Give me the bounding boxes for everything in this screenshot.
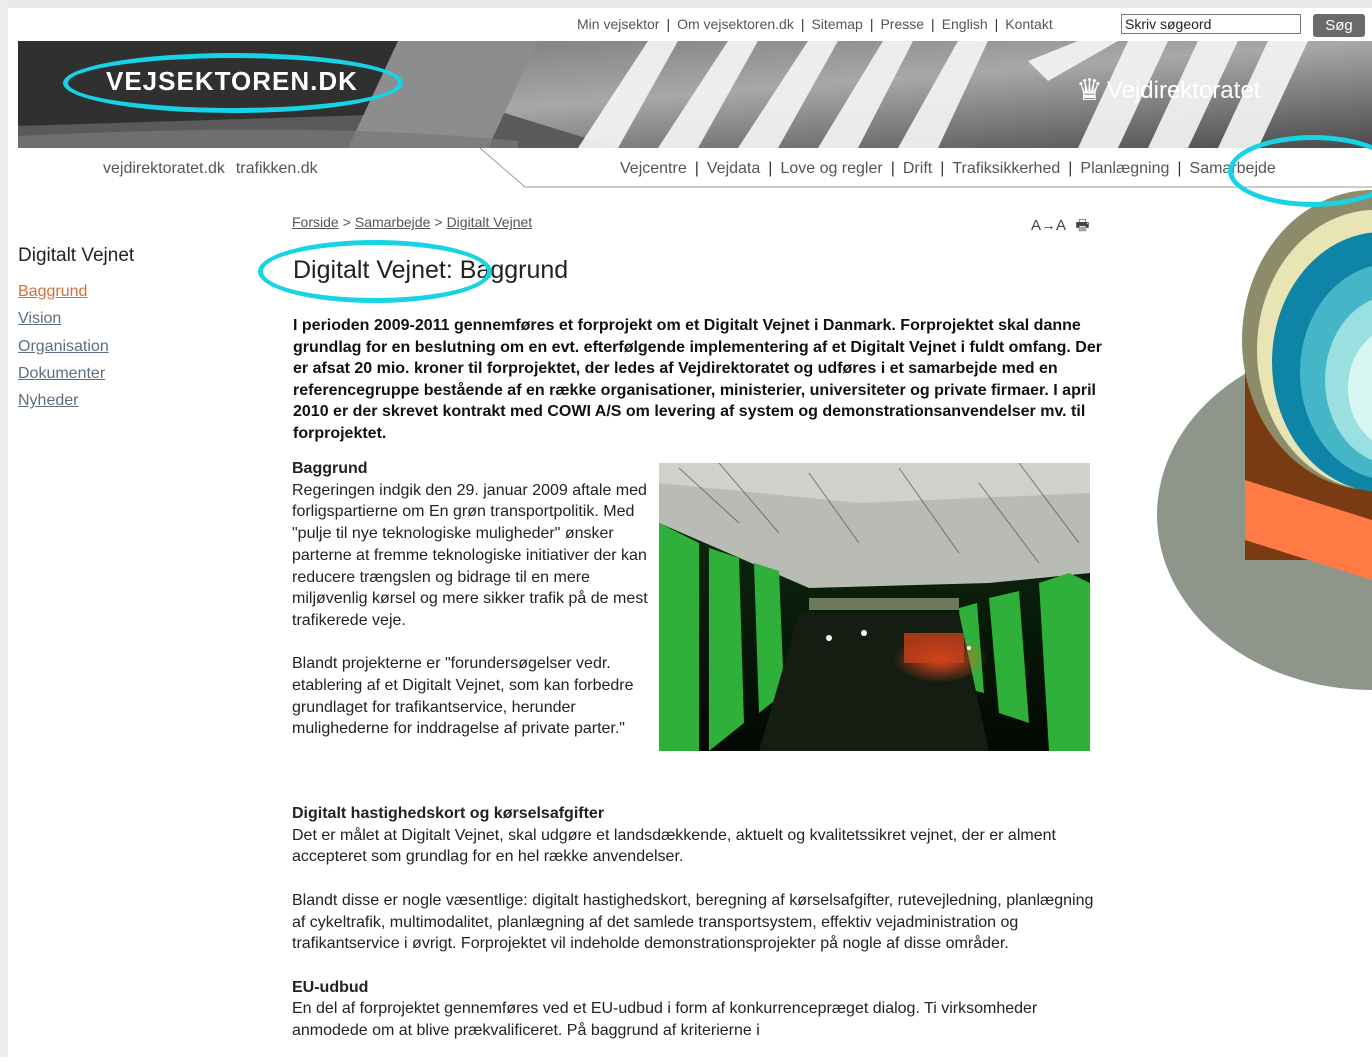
- breadcrumb-separator: >: [342, 214, 351, 230]
- intro-paragraph: I perioden 2009-2011 gennemføres et forp…: [293, 317, 1102, 442]
- breadcrumb-samarbejde[interactable]: Samarbejde: [355, 214, 431, 230]
- main-nav: Vejcentre | Vejdata | Love og regler | Drift | T…: [620, 160, 1276, 177]
- nav-item-vejdata[interactable]: Vejdata: [707, 160, 760, 177]
- nav-item-drift[interactable]: Drift: [903, 160, 932, 177]
- paragraph: En del af forprojektet gennemføres ved e…: [292, 1000, 1038, 1039]
- page-title: Digitalt Vejnet: Baggrund: [293, 256, 569, 284]
- extlink-vejdirektoratet[interactable]: vejdirektoratet.dk: [103, 160, 225, 177]
- nav-item-love-og-regler[interactable]: Love og regler: [780, 160, 882, 177]
- paragraph: Blandt projekterne er "forundersøgelser …: [292, 655, 634, 738]
- tunnel-photo: [659, 463, 1090, 751]
- breadcrumb: Forside > Samarbejde > Digitalt Vejnet: [292, 214, 532, 230]
- breadcrumb-current[interactable]: Digitalt Vejnet: [447, 214, 533, 230]
- paragraph: Regeringen indgik den 29. januar 2009 af…: [292, 481, 648, 629]
- extlink-trafikken[interactable]: trafikken.dk: [236, 160, 318, 177]
- nav-item-planlaegning[interactable]: Planlægning: [1080, 160, 1169, 177]
- nav-item-trafiksikkerhed[interactable]: Trafiksikkerhed: [952, 160, 1060, 177]
- sidebar-item-dokumenter[interactable]: Dokumenter: [18, 365, 105, 382]
- sidebar-title: Digitalt Vejnet: [18, 245, 135, 266]
- sidebar-item-organisation[interactable]: Organisation: [18, 338, 109, 355]
- nav-item-samarbejde[interactable]: Samarbejde: [1190, 160, 1276, 177]
- sidebar-item-baggrund[interactable]: Baggrund: [18, 283, 87, 300]
- text-size-icon[interactable]: A→A: [1031, 217, 1065, 234]
- breadcrumb-home[interactable]: Forside: [292, 214, 339, 230]
- section-hastighedskort: Digitalt hastighedskort og kørselsafgift…: [292, 803, 1102, 1063]
- section-baggrund: Baggrund Regeringen indgik den 29. janua…: [292, 458, 662, 762]
- external-links: vejdirektoratet.dk trafikken.dk: [103, 160, 329, 178]
- page-tools: A→A 🖶: [1031, 215, 1090, 240]
- paragraph: Det er målet at Digitalt Vejnet, skal ud…: [292, 826, 1056, 866]
- print-icon[interactable]: 🖶: [1075, 217, 1089, 234]
- breadcrumb-separator: >: [434, 214, 443, 230]
- sidebar-item-nyheder[interactable]: Nyheder: [18, 392, 78, 409]
- tunnel-photo-image: [659, 463, 1090, 751]
- nav-item-vejcentre[interactable]: Vejcentre: [620, 160, 687, 177]
- section-heading: Digitalt hastighedskort og kørselsafgift…: [292, 805, 605, 822]
- section-heading: EU-udbud: [292, 978, 369, 996]
- sidebar-item-vision[interactable]: Vision: [18, 310, 61, 327]
- section-heading: Baggrund: [292, 460, 368, 477]
- sidebar-nav: Baggrund Vision Organisation Dokumenter …: [18, 278, 109, 414]
- paragraph: Blandt disse er nogle væsentlige: digita…: [292, 891, 1094, 953]
- decorative-graphic: [1157, 190, 1372, 690]
